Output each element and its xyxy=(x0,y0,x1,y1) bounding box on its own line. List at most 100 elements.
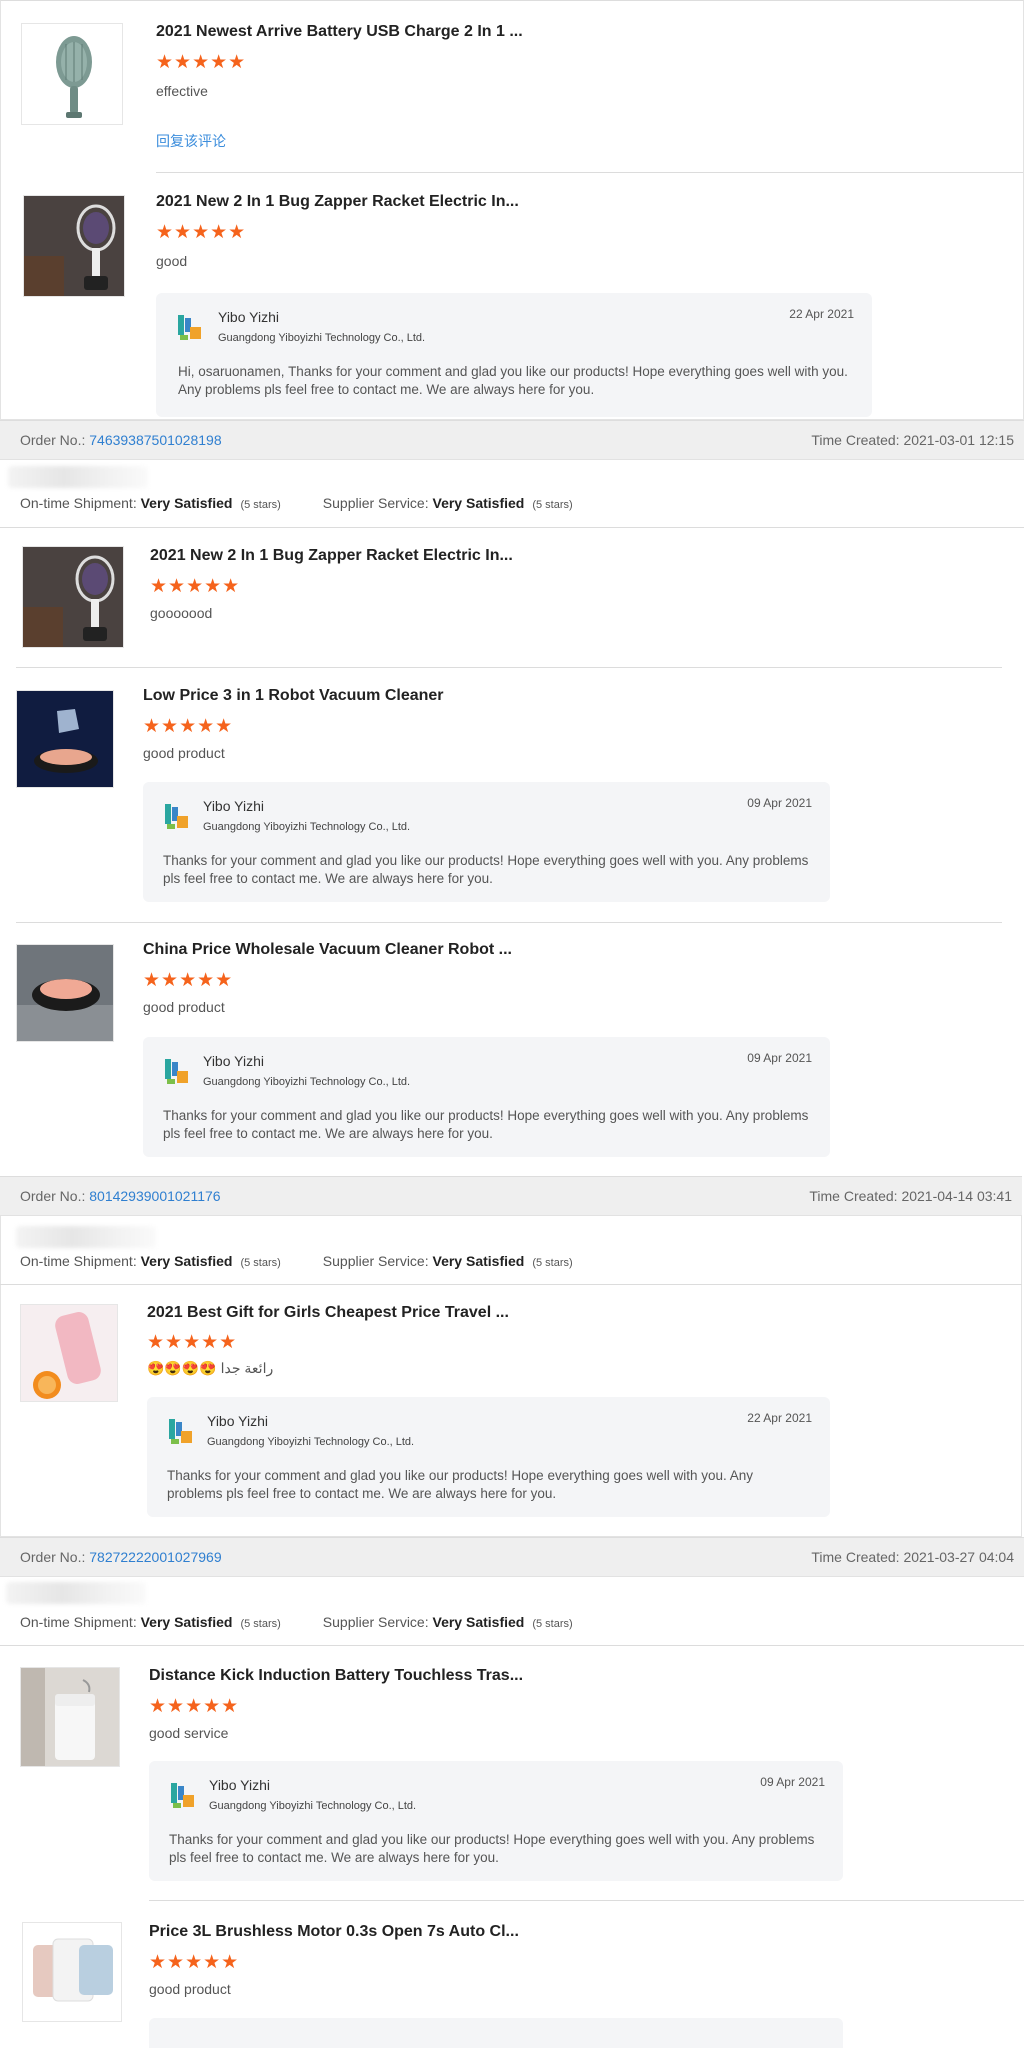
order-number-link[interactable]: 74639387501028198 xyxy=(89,432,221,448)
rating-stars: ★★★★★ xyxy=(143,716,234,737)
bug-zapper-image-icon xyxy=(24,196,124,296)
product-title[interactable]: Low Price 3 in 1 Robot Vacuum Cleaner xyxy=(143,687,444,705)
reply-author: Yibo Yizhi xyxy=(209,1777,270,1793)
supplier-value: Very Satisfied xyxy=(432,1253,525,1269)
supplier-reply: Yibo Yizhi Guangdong Yiboyizhi Technolog… xyxy=(143,782,830,902)
supplier-stars: (5 stars) xyxy=(532,1257,573,1269)
reply-comment-link[interactable]: 回复该评论 xyxy=(156,131,226,151)
supplier-value: Very Satisfied xyxy=(432,495,525,511)
supplier-label: Supplier Service: xyxy=(322,1614,429,1630)
product-title[interactable]: 2021 New 2 In 1 Bug Zapper Racket Electr… xyxy=(156,193,519,211)
supplier-label: Supplier Service: xyxy=(322,1253,429,1269)
product-title[interactable]: 2021 Newest Arrive Battery USB Charge 2 … xyxy=(156,23,523,41)
shipment-ratings: On-time Shipment: Very Satisfied (5 stars… xyxy=(20,1253,573,1269)
rating-stars: ★★★★★ xyxy=(149,1952,240,1973)
product-thumbnail[interactable] xyxy=(20,1304,118,1402)
divider xyxy=(156,172,1023,173)
reply-author: Yibo Yizhi xyxy=(207,1413,268,1429)
review-text: gooooood xyxy=(150,605,213,621)
product-title[interactable]: Distance Kick Induction Battery Touchles… xyxy=(149,1667,523,1685)
time-created-value: 2021-03-27 04:04 xyxy=(903,1549,1014,1565)
shipment-ratings: On-time Shipment: Very Satisfied (5 stars… xyxy=(20,1614,573,1630)
order-no-label: Order No.: xyxy=(20,1549,86,1565)
ontime-label: On-time Shipment: xyxy=(20,495,137,511)
rating-stars: ★★★★★ xyxy=(150,576,241,597)
supplier-logo-icon xyxy=(178,315,201,340)
product-title[interactable]: Price 3L Brushless Motor 0.3s Open 7s Au… xyxy=(149,1923,519,1941)
supplier-stars: (5 stars) xyxy=(532,499,573,511)
product-thumbnail[interactable] xyxy=(21,23,123,125)
divider xyxy=(16,922,1002,923)
product-title[interactable]: 2021 New 2 In 1 Bug Zapper Racket Electr… xyxy=(150,547,513,565)
time-created-label: Time Created: xyxy=(811,1549,900,1565)
product-title[interactable]: 2021 Best Gift for Girls Cheapest Price … xyxy=(147,1304,509,1322)
order-header: Order No.: 74639387501028198 Time Create… xyxy=(0,420,1024,460)
supplier-reply: Yibo Yizhi Guangdong Yiboyizhi Technolog… xyxy=(147,1397,830,1517)
trash-can-image-icon xyxy=(21,1668,119,1766)
order-number-link[interactable]: 80142939001021176 xyxy=(89,1188,220,1204)
buyer-name-redacted xyxy=(16,1226,156,1248)
order-block-1: 2021 Newest Arrive Battery USB Charge 2 … xyxy=(0,0,1024,420)
ontime-stars: (5 stars) xyxy=(240,1618,281,1630)
product-thumbnail[interactable] xyxy=(22,1922,122,2022)
review-text: good product xyxy=(143,745,225,761)
supplier-reply xyxy=(149,2018,843,2048)
supplier-reply: Yibo Yizhi Guangdong Yiboyizhi Technolog… xyxy=(156,293,872,417)
divider xyxy=(0,527,1024,528)
time-created-label: Time Created: xyxy=(809,1188,898,1204)
review-text: good product xyxy=(149,1981,231,1997)
reply-author: Yibo Yizhi xyxy=(203,1053,264,1069)
supplier-logo-icon xyxy=(165,1059,188,1084)
supplier-stars: (5 stars) xyxy=(532,1618,573,1630)
rating-stars: ★★★★★ xyxy=(149,1696,240,1717)
time-created-label: Time Created: xyxy=(811,432,900,448)
reply-message: Hi, osaruonamen, Thanks for your comment… xyxy=(178,364,848,397)
supplier-logo-icon xyxy=(171,1783,194,1808)
rating-stars: ★★★★★ xyxy=(156,52,247,73)
ontime-value: Very Satisfied xyxy=(140,1614,233,1630)
reply-date: 22 Apr 2021 xyxy=(747,1411,812,1425)
rating-stars: ★★★★★ xyxy=(147,1332,238,1353)
buyer-name-redacted xyxy=(6,1582,146,1604)
ontime-label: On-time Shipment: xyxy=(20,1253,137,1269)
review-text: effective xyxy=(156,83,208,99)
divider xyxy=(16,667,1002,668)
rating-stars: ★★★★★ xyxy=(156,222,247,243)
reply-company: Guangdong Yiboyizhi Technology Co., Ltd. xyxy=(218,332,426,344)
shipment-ratings: On-time Shipment: Very Satisfied (5 stars… xyxy=(20,495,573,511)
reply-date: 09 Apr 2021 xyxy=(747,1051,812,1065)
time-created-value: 2021-04-14 03:41 xyxy=(901,1188,1012,1204)
order-header: Order No.: 78272222001027969 Time Create… xyxy=(0,1537,1024,1577)
review-text: 😍😍😍😍 رائعة جدا xyxy=(147,1360,274,1376)
reply-author: Yibo Yizhi xyxy=(203,798,264,814)
supplier-logo-icon xyxy=(165,804,188,829)
supplier-value: Very Satisfied xyxy=(432,1614,525,1630)
product-thumbnail[interactable] xyxy=(16,690,114,788)
ontime-stars: (5 stars) xyxy=(240,1257,281,1269)
ontime-label: On-time Shipment: xyxy=(20,1614,137,1630)
reply-date: 09 Apr 2021 xyxy=(747,796,812,810)
product-thumbnail[interactable] xyxy=(23,195,125,297)
reply-message: Thanks for your comment and glad you lik… xyxy=(163,853,809,886)
trash-can-image-icon xyxy=(23,1923,121,2021)
product-title[interactable]: China Price Wholesale Vacuum Cleaner Rob… xyxy=(143,941,512,959)
reply-company: Guangdong Yiboyizhi Technology Co., Ltd. xyxy=(207,1436,415,1448)
product-thumbnail[interactable] xyxy=(16,944,114,1042)
order-header: Order No.: 80142939001021176 Time Create… xyxy=(0,1176,1022,1216)
ontime-stars: (5 stars) xyxy=(240,499,281,511)
product-thumbnail[interactable] xyxy=(22,546,124,648)
order-no-label: Order No.: xyxy=(20,1188,86,1204)
reply-date: 22 Apr 2021 xyxy=(789,307,854,321)
reply-message: Thanks for your comment and glad you lik… xyxy=(163,1108,809,1141)
time-created-value: 2021-03-01 12:15 xyxy=(903,432,1014,448)
ontime-value: Very Satisfied xyxy=(140,1253,233,1269)
review-text: good product xyxy=(143,999,225,1015)
order-number-link[interactable]: 78272222001027969 xyxy=(89,1549,221,1565)
reply-message: Thanks for your comment and glad you lik… xyxy=(167,1468,754,1501)
review-text: good xyxy=(156,253,188,269)
product-thumbnail[interactable] xyxy=(20,1667,120,1767)
buyer-name-redacted xyxy=(8,466,148,488)
supplier-reply: Yibo Yizhi Guangdong Yiboyizhi Technolog… xyxy=(149,1761,843,1881)
supplier-logo-icon xyxy=(169,1419,192,1444)
divider xyxy=(0,1284,1022,1285)
